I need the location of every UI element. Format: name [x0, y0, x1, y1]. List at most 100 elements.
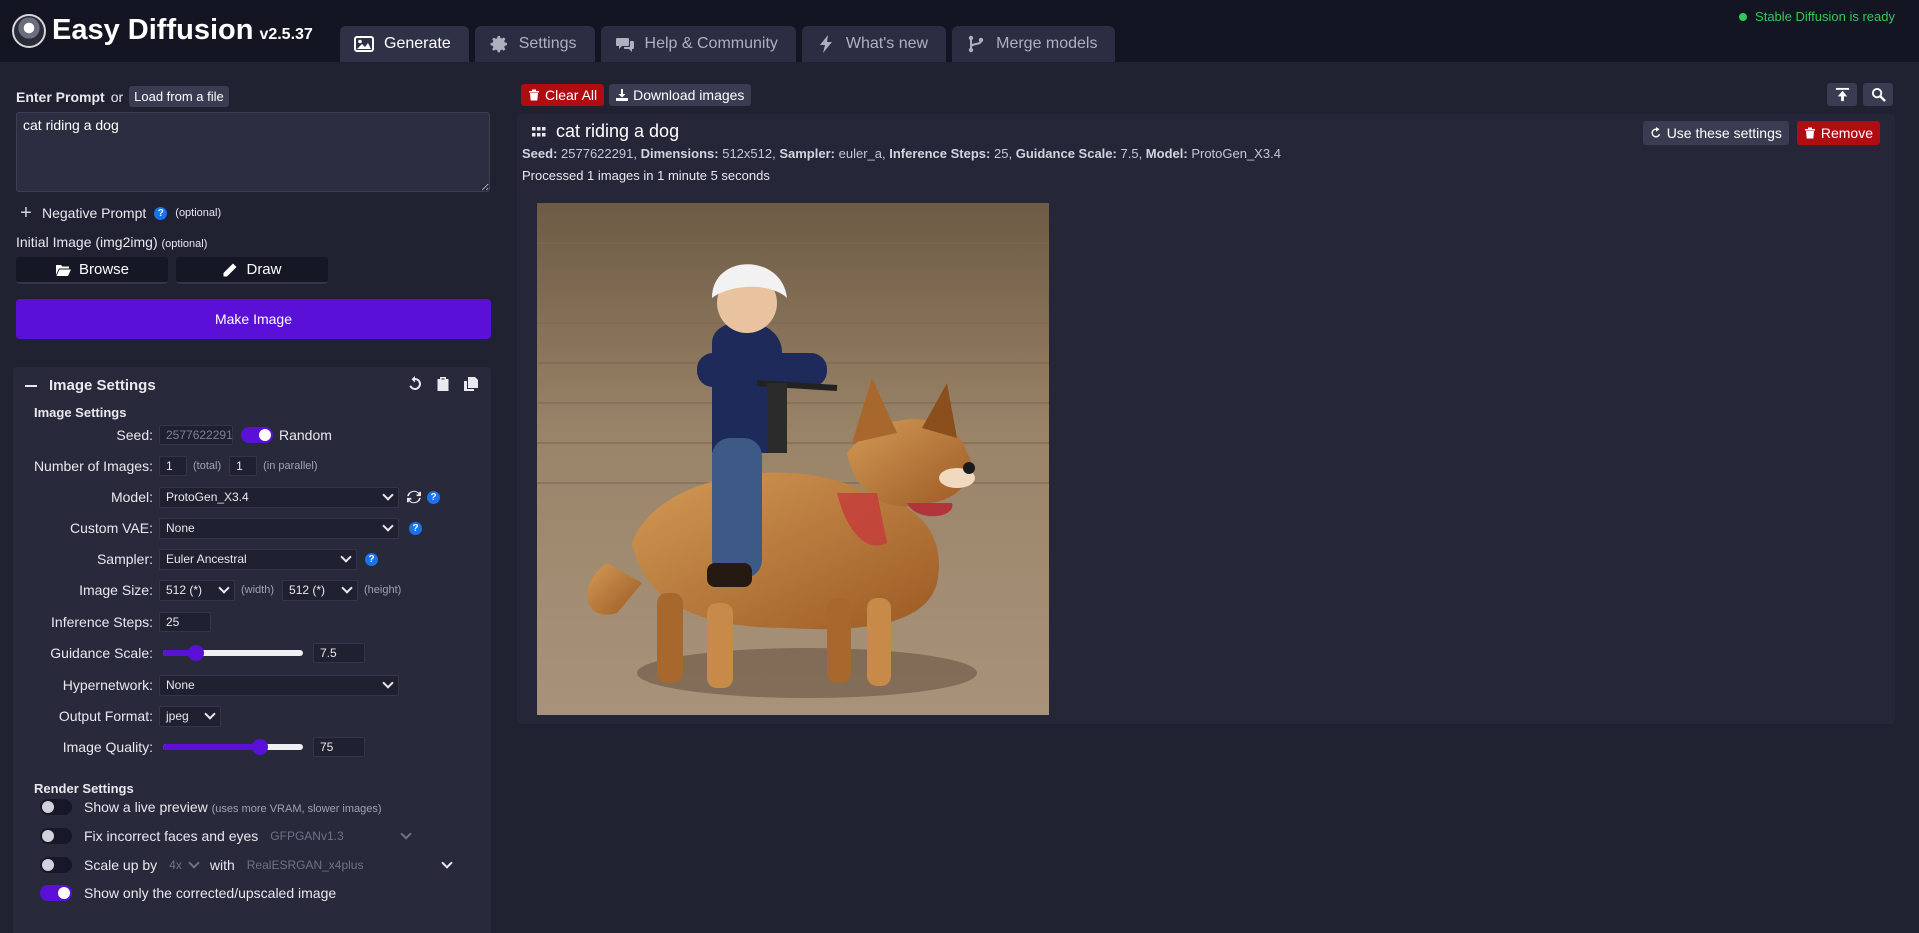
remove-task-button[interactable]: Remove: [1796, 121, 1880, 145]
browse-button[interactable]: Browse: [16, 257, 168, 284]
upscale-model-select[interactable]: RealESRGAN_x4plus: [246, 857, 453, 872]
draw-button[interactable]: Draw: [176, 257, 328, 284]
chevron-down-icon: [382, 677, 394, 689]
top-bar: Easy Diffusion v2.5.37 Generate Settings …: [0, 0, 1919, 62]
model-label: Model:: [110, 489, 153, 505]
face-model-select[interactable]: GFPGANv1.3: [270, 828, 412, 843]
guidance-input[interactable]: 7.5: [313, 643, 365, 663]
upscale-factor-select[interactable]: 4x: [169, 857, 200, 872]
sampler-select[interactable]: Euler Ancestral: [159, 548, 357, 570]
refresh-icon[interactable]: [407, 490, 421, 504]
help-icon[interactable]: ?: [427, 490, 440, 504]
chevron-down-icon: [382, 520, 394, 532]
live-preview-toggle[interactable]: [40, 799, 72, 815]
corrected-only-toggle[interactable]: [40, 885, 72, 901]
fix-faces-toggle[interactable]: [40, 828, 72, 844]
tab-help-community[interactable]: Help & Community: [600, 26, 796, 62]
sampler-row: Sampler: Euler Ancestral ?: [13, 548, 491, 570]
model-select[interactable]: ProtoGen_X3.4: [159, 486, 399, 508]
quality-slider[interactable]: [163, 739, 303, 755]
browse-label: Browse: [78, 261, 130, 278]
quality-row: Image Quality: 75: [13, 736, 491, 758]
generated-image[interactable]: [537, 203, 1049, 715]
num-images-total-input[interactable]: 1: [159, 456, 187, 476]
vae-row: Custom VAE: None ?: [13, 517, 491, 539]
tab-label: Merge models: [996, 35, 1098, 52]
chevron-down-icon: [218, 582, 230, 594]
tab-generate[interactable]: Generate: [340, 26, 469, 62]
image-size-label: Image Size:: [79, 582, 153, 598]
optional-hint: (optional): [175, 207, 222, 219]
negative-prompt-toggle[interactable]: + Negative Prompt ? (optional): [18, 202, 222, 224]
vae-select[interactable]: None: [159, 517, 399, 539]
tab-whats-new[interactable]: What's new: [801, 26, 947, 62]
bolt-icon: [819, 35, 832, 53]
help-icon[interactable]: ?: [154, 206, 168, 220]
tab-merge-models[interactable]: Merge models: [952, 26, 1116, 62]
tab-label: Help & Community: [644, 35, 778, 52]
task-info: Seed: 2577622291, Dimensions: 512x512, S…: [522, 146, 1281, 161]
reset-icon[interactable]: [407, 376, 423, 392]
download-images-button[interactable]: Download images: [609, 84, 752, 106]
slider-fill: [163, 744, 261, 750]
upscale-factor-value: 4x: [169, 858, 182, 872]
plus-icon: +: [20, 202, 32, 224]
height-select[interactable]: 512 (*): [282, 579, 359, 601]
task-actions: Use these settings Remove: [1642, 121, 1880, 145]
search-icon: [1871, 87, 1886, 102]
height-hint: (height): [364, 584, 402, 596]
upscale-model-value: RealESRGAN_x4plus: [246, 858, 364, 872]
prompt-input[interactable]: cat riding a dog: [16, 112, 490, 192]
search-button[interactable]: [1863, 83, 1893, 106]
guidance-label: Guidance Scale:: [50, 645, 153, 661]
chevron-down-icon: [204, 708, 216, 720]
copy-icon[interactable]: [463, 376, 479, 392]
server-status: Stable Diffusion is ready: [1739, 9, 1895, 24]
help-icon[interactable]: ?: [409, 521, 422, 535]
image-icon: [354, 36, 374, 52]
quality-input[interactable]: 75: [313, 737, 365, 757]
vae-value: None: [166, 521, 195, 535]
help-icon[interactable]: ?: [365, 552, 378, 566]
hypernetwork-value: None: [166, 678, 195, 692]
use-these-settings-button[interactable]: Use these settings: [1642, 121, 1789, 145]
clear-all-button[interactable]: Clear All: [521, 84, 605, 106]
render-settings-title: Render Settings: [34, 781, 134, 796]
output-format-label: Output Format:: [58, 708, 153, 724]
info-guidance-label: Guidance Scale:: [1015, 146, 1117, 161]
image-settings-header[interactable]: Image Settings: [25, 377, 156, 394]
main-tabs: Generate Settings Help & Community What'…: [340, 26, 1116, 62]
upscale-toggle[interactable]: [40, 857, 72, 873]
make-image-button[interactable]: Make Image: [16, 299, 491, 339]
slider-knob[interactable]: [187, 645, 204, 661]
tab-settings[interactable]: Settings: [474, 26, 595, 62]
slider-knob[interactable]: [252, 739, 269, 755]
info-model-label: Model:: [1145, 146, 1188, 161]
scroll-top-button[interactable]: [1827, 83, 1857, 106]
clipboard-icon[interactable]: [435, 376, 451, 392]
random-label: Random: [279, 427, 332, 443]
steps-input[interactable]: 25: [159, 612, 211, 632]
guidance-slider[interactable]: [163, 645, 303, 661]
live-preview-label: Show a live preview: [84, 799, 208, 815]
gear-icon: [490, 36, 507, 53]
info-steps-label: Inference Steps:: [889, 146, 991, 161]
image-settings-subtitle: Image Settings: [34, 405, 127, 420]
grip-icon[interactable]: [532, 125, 546, 139]
download-images-label: Download images: [633, 87, 745, 103]
num-images-parallel-input[interactable]: 1: [229, 456, 258, 476]
chevron-down-icon: [341, 582, 353, 594]
redo-icon: [1651, 127, 1660, 138]
output-format-select[interactable]: jpeg: [159, 705, 221, 727]
info-dimensions-label: Dimensions:: [640, 146, 719, 161]
seed-input[interactable]: 2577622291: [159, 425, 233, 445]
info-seed: 2577622291: [561, 146, 634, 161]
tab-label: Settings: [518, 35, 577, 52]
load-from-file-button[interactable]: Load from a file: [129, 86, 229, 107]
random-seed-toggle[interactable]: [241, 427, 273, 443]
chevron-down-icon: [382, 489, 394, 501]
hypernetwork-select[interactable]: None: [159, 674, 399, 696]
width-select[interactable]: 512 (*): [159, 579, 235, 601]
fix-faces-label: Fix incorrect faces and eyes: [84, 828, 259, 844]
initial-image-label: Initial Image (img2img) (optional): [16, 234, 207, 250]
